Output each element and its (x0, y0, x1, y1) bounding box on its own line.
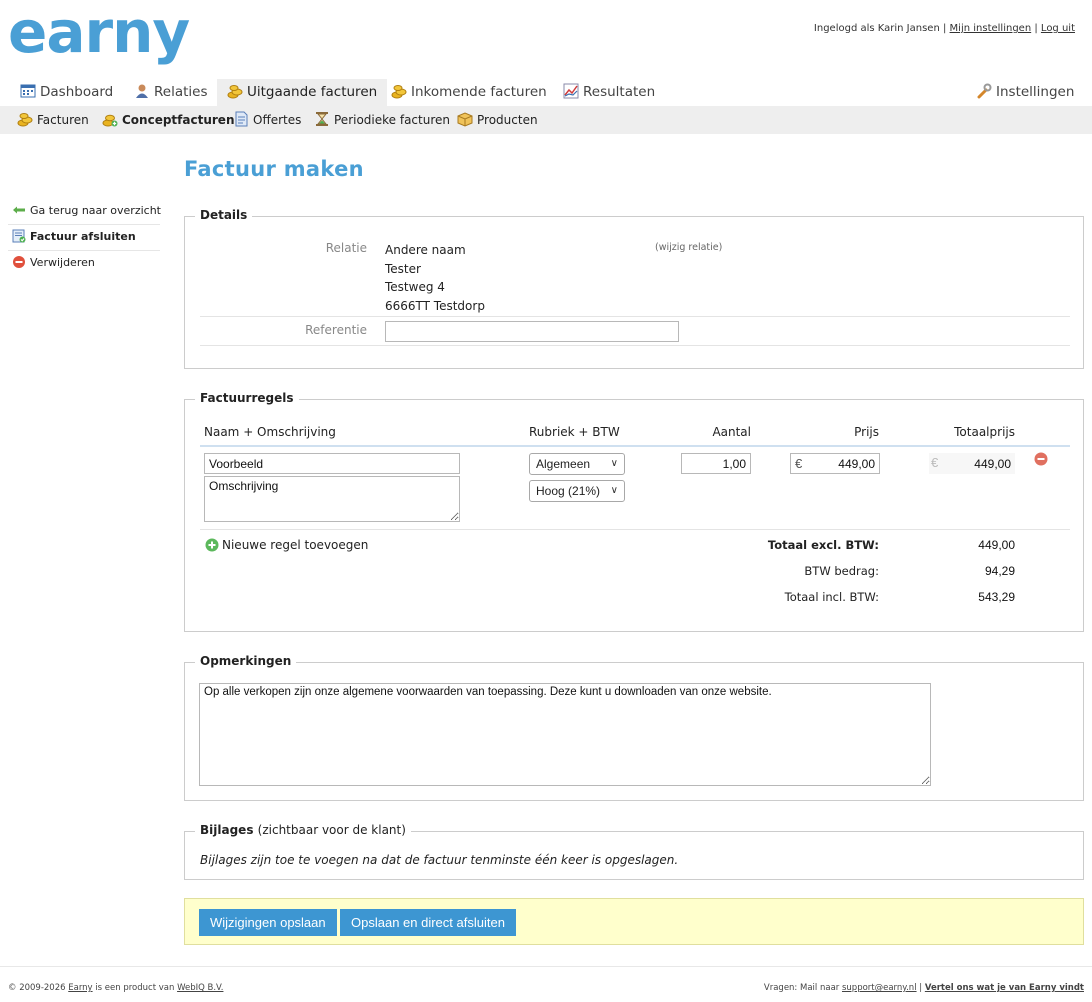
chart-icon (563, 82, 579, 99)
hourglass-icon (314, 109, 330, 126)
tab-uitgaande-facturen[interactable]: Uitgaande facturen (217, 79, 388, 106)
support-email-link[interactable]: support@earny.nl (842, 983, 917, 993)
total-incl-value: 543,29 (978, 590, 1015, 604)
attachments-message: Bijlages zijn toe te voegen na dat de fa… (200, 853, 679, 867)
coins-add-icon (102, 109, 118, 127)
details-legend: Details (195, 208, 253, 222)
relatie-street: Testweg 4 (385, 280, 445, 294)
divider (200, 316, 1070, 317)
totaalprijs-value: 449,00 (974, 457, 1011, 471)
sidebar-item-back-to-overview[interactable]: Ga terug naar overzicht (8, 199, 161, 225)
main-navigation: Dashboard Relaties Uitgaande facturen In… (0, 79, 1092, 106)
invoice-check-icon (12, 228, 26, 243)
sidebar: Ga terug naar overzicht Factuur afsluite… (8, 199, 161, 277)
delete-icon (1034, 452, 1048, 466)
subtab-conceptfacturen[interactable]: Conceptfacturen (102, 106, 234, 134)
rubriek-select[interactable]: Algemeen ∨ (529, 453, 625, 475)
feedback-link[interactable]: Vertel ons wat je van Earny vindt (925, 983, 1084, 993)
action-bar: Wijzigingen opslaan Opslaan en direct af… (184, 898, 1084, 945)
tab-resultaten[interactable]: Resultaten (553, 79, 665, 106)
invoice-lines-section: Factuurregels Naam + Omschrijving Rubrie… (184, 391, 1084, 632)
sidebar-item-close-invoice[interactable]: Factuur afsluiten (8, 225, 160, 251)
footer-copyright: © 2009-2026 Earny is een product van Web… (8, 983, 224, 993)
wrench-icon (976, 82, 992, 99)
attachments-legend: Bijlages (zichtbaar voor de klant) (195, 823, 411, 837)
earny-link[interactable]: Earny (68, 983, 92, 993)
currency-symbol: € (795, 456, 803, 471)
totaalprijs-field: € 449,00 (929, 453, 1015, 474)
total-incl-label: Totaal incl. BTW: (784, 590, 879, 604)
remove-line-button[interactable] (1034, 452, 1048, 469)
remarks-section: Opmerkingen Op alle verkopen zijn onze a… (184, 654, 1084, 801)
sub-navigation: Facturen Conceptfacturen Offertes Period… (0, 106, 1092, 134)
logo-text: earny (8, 6, 189, 66)
subtab-producten[interactable]: Producten (457, 106, 538, 134)
footer-divider (0, 966, 1092, 967)
invoice-lines-legend: Factuurregels (195, 391, 299, 405)
box-icon (457, 109, 473, 127)
change-relatie-link[interactable]: (wijzig relatie) (655, 242, 722, 253)
header-aantal: Aantal (712, 425, 751, 439)
total-excl-value: 449,00 (978, 538, 1015, 552)
prijs-input[interactable] (807, 454, 879, 473)
document-icon (233, 109, 249, 127)
relatie-address: Andere naam Tester Testweg 4 6666TT Test… (385, 241, 485, 315)
chevron-down-icon: ∨ (610, 485, 618, 496)
relatie-label: Relatie (325, 241, 367, 255)
header-name: Naam + Omschrijving (204, 425, 336, 439)
calendar-icon (20, 82, 36, 98)
prijs-input-wrapper[interactable]: € (790, 453, 880, 474)
relatie-name: Andere naam (385, 243, 466, 257)
coins-icon (391, 82, 407, 99)
relatie-city: 6666TT Testdorp (385, 298, 485, 313)
btw-amount-label: BTW bedrag: (804, 564, 879, 578)
details-section: Details Relatie Andere naam Tester Testw… (184, 208, 1084, 369)
earny-logo[interactable]: earny (8, 0, 208, 70)
chevron-down-icon: ∨ (610, 458, 618, 469)
referentie-label: Referentie (305, 323, 367, 337)
delete-icon (12, 254, 26, 268)
header-divider (200, 445, 1070, 447)
arrow-left-icon (12, 202, 26, 216)
btw-amount-value: 94,29 (984, 564, 1015, 578)
header-prijs: Prijs (854, 425, 879, 439)
line-description-textarea[interactable]: Omschrijving (204, 476, 460, 522)
coins-icon (227, 82, 243, 99)
relatie-line-2: Tester (385, 261, 421, 276)
remarks-legend: Opmerkingen (195, 654, 297, 668)
attachments-section: Bijlages (zichtbaar voor de klant) Bijla… (184, 823, 1084, 880)
line-name-input[interactable] (204, 453, 460, 474)
add-line-button[interactable]: Nieuwe regel toevoegen (205, 538, 368, 552)
webiq-link[interactable]: WebIQ B.V. (177, 983, 223, 993)
divider (200, 345, 1070, 346)
aantal-input[interactable] (681, 453, 751, 474)
logged-in-text: Ingelogd als Karin Jansen (813, 23, 940, 34)
referentie-input[interactable] (385, 321, 679, 342)
tab-relaties[interactable]: Relaties (124, 79, 218, 106)
user-bar: Ingelogd als Karin Jansen | Mijn instell… (813, 23, 1075, 34)
subtab-facturen[interactable]: Facturen (17, 106, 89, 134)
tab-inkomende-facturen[interactable]: Inkomende facturen (381, 79, 557, 106)
save-and-close-button[interactable]: Opslaan en direct afsluiten (340, 909, 516, 936)
header-totaal: Totaalprijs (954, 425, 1015, 439)
header-rubriek: Rubriek + BTW (529, 425, 620, 439)
save-button[interactable]: Wijzigingen opslaan (199, 909, 337, 936)
page-title: Factuur maken (184, 157, 364, 181)
subtab-periodieke-facturen[interactable]: Periodieke facturen (314, 106, 450, 134)
subtab-offertes[interactable]: Offertes (233, 106, 301, 134)
remarks-textarea[interactable]: Op alle verkopen zijn onze algemene voor… (199, 683, 931, 786)
total-excl-label: Totaal excl. BTW: (767, 538, 879, 552)
tab-instellingen[interactable]: Instellingen (966, 79, 1084, 106)
sidebar-item-delete[interactable]: Verwijderen (8, 251, 160, 277)
logout-link[interactable]: Log uit (1041, 23, 1075, 34)
btw-select[interactable]: Hoog (21%) ∨ (529, 480, 625, 502)
my-settings-link[interactable]: Mijn instellingen (950, 23, 1032, 34)
tab-dashboard[interactable]: Dashboard (10, 79, 123, 106)
divider (200, 529, 1070, 530)
coins-icon (17, 109, 33, 127)
footer-contact: Vragen: Mail naar support@earny.nl | Ver… (763, 983, 1084, 993)
add-icon (205, 538, 219, 552)
user-icon (134, 82, 150, 98)
